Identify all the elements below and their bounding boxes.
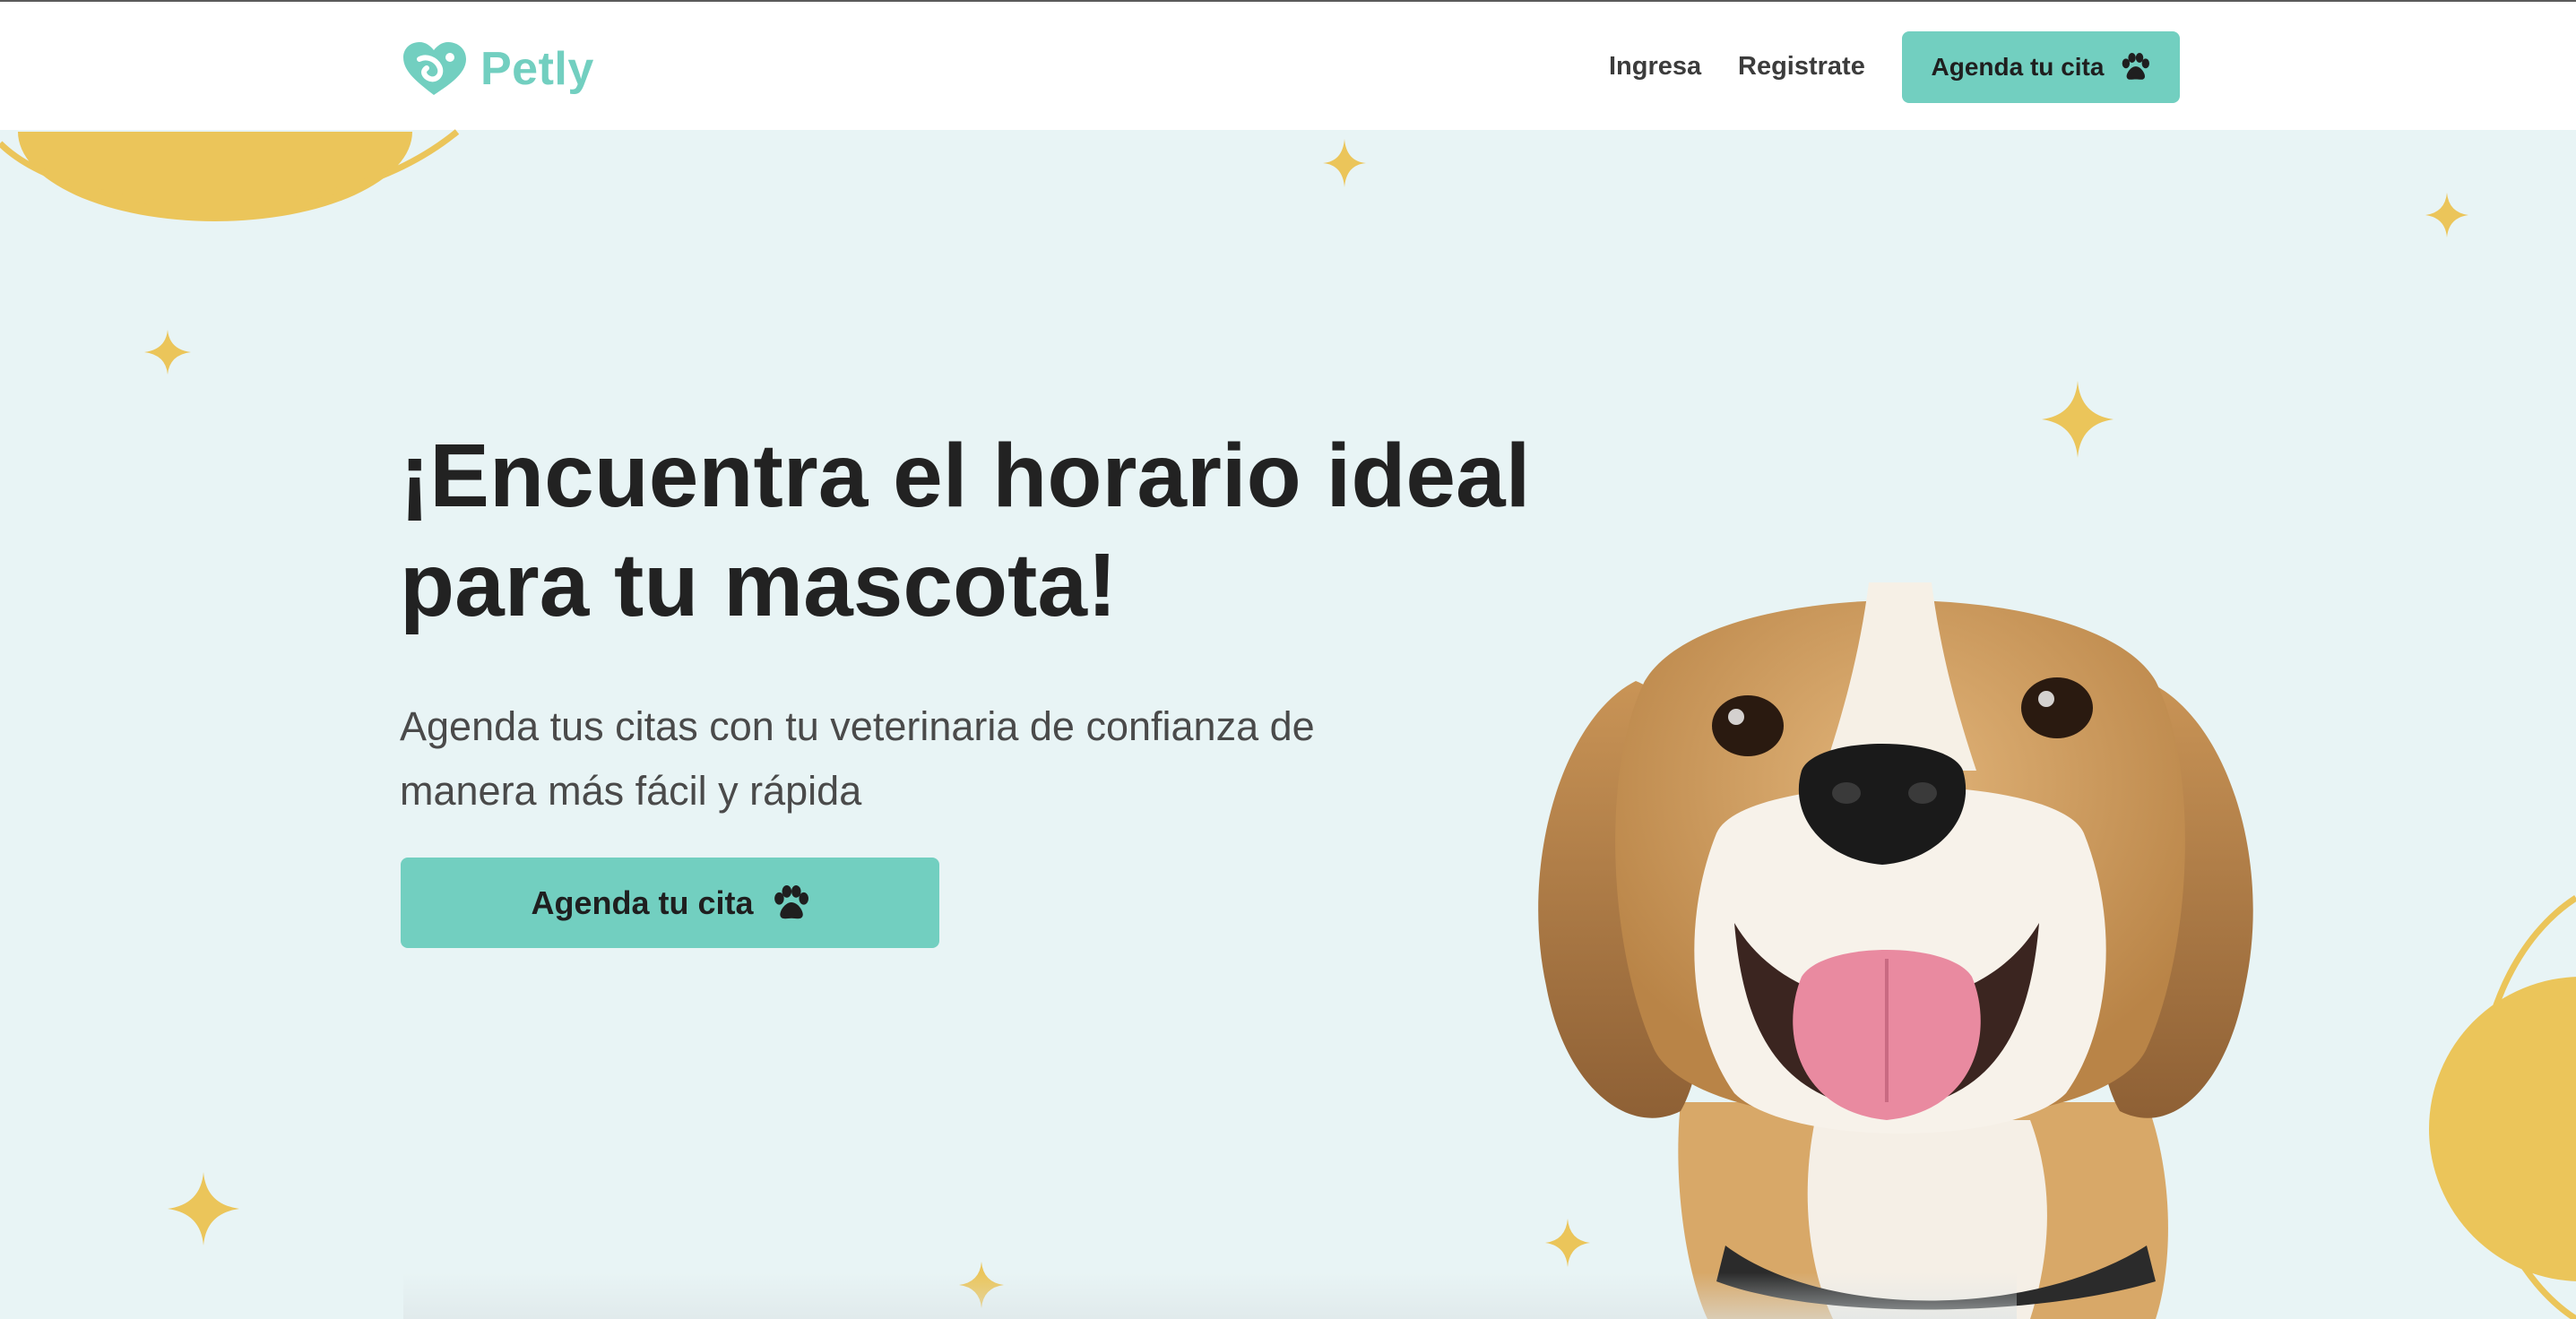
sparkle-icon (144, 330, 191, 375)
hero-schedule-button[interactable]: Agenda tu cita (401, 858, 939, 948)
sparkle-icon (2042, 381, 2114, 458)
nav-ingresa-link[interactable]: Ingresa (1609, 52, 1701, 82)
top-left-circle-decoration (0, 129, 460, 221)
brand-name: Petly (480, 43, 594, 95)
beagle-dog-image (1538, 582, 2253, 1319)
header-schedule-label: Agenda tu cita (1931, 53, 2105, 81)
heart-paw-logo-icon (403, 42, 466, 95)
hero-schedule-label: Agenda tu cita (531, 884, 754, 921)
sparkle-icon (1323, 139, 1366, 187)
bottom-right-circle-decoration (2429, 895, 2576, 1319)
sparkle-icon (168, 1172, 239, 1246)
header-schedule-button[interactable]: Agenda tu cita (1902, 31, 2180, 103)
brand-logo[interactable]: Petly (400, 38, 594, 100)
nav-registrate-link[interactable]: Registrate (1738, 52, 1865, 82)
bottom-shadow (403, 1272, 2017, 1319)
sparkle-icon (2425, 193, 2468, 237)
hero-subtitle: Agenda tus citas con tu veterinaria de c… (400, 703, 1315, 814)
site-header: Petly Ingresa Registrate Agenda tu cita (0, 2, 2576, 130)
hero-title: ¡Encuentra el horario ideal para tu masc… (400, 426, 1531, 635)
paw-icon (774, 884, 808, 918)
paw-icon (2122, 53, 2150, 80)
